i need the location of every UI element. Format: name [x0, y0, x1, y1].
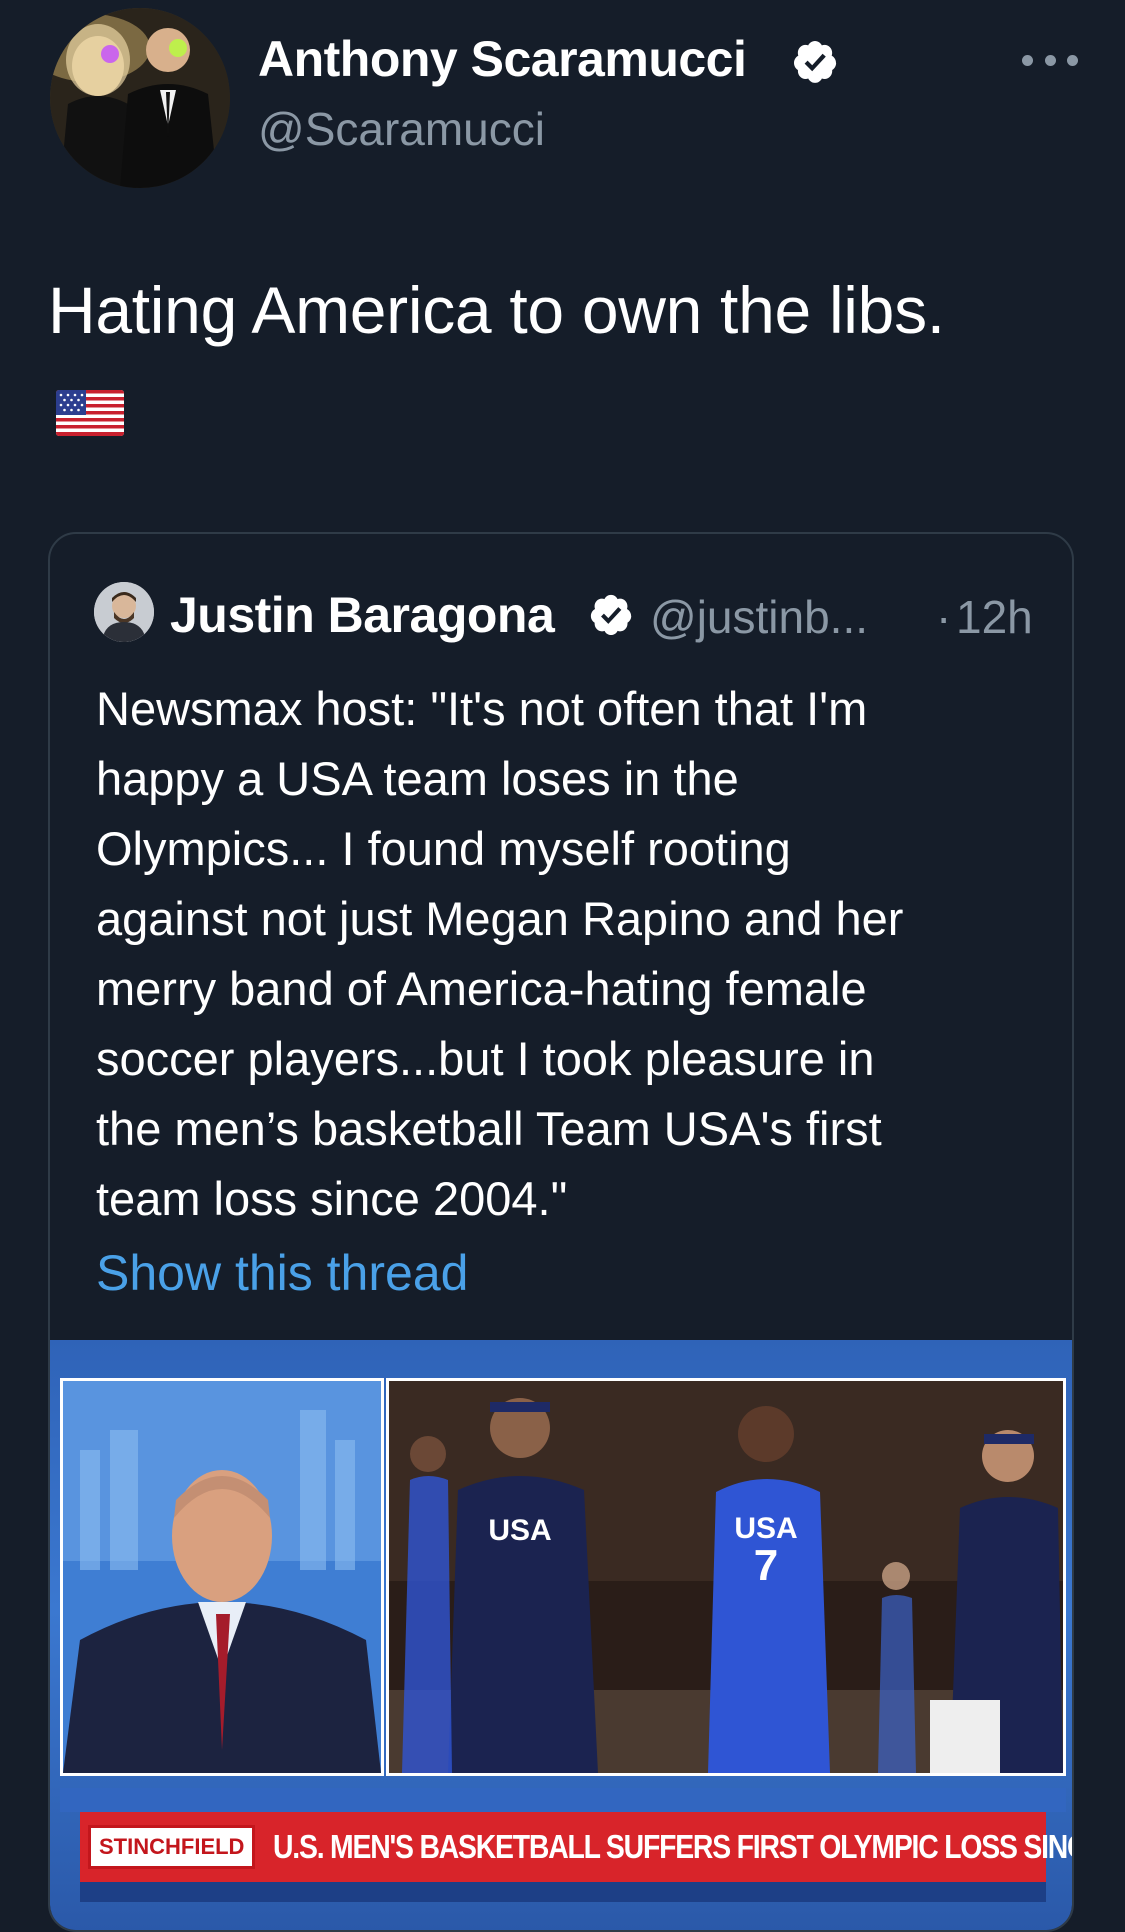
- quoted-text-line: soccer players...but I took pleasure in: [96, 1032, 875, 1085]
- quoted-text-line: Newsmax host: "It's not often that I'm: [96, 682, 868, 735]
- quoted-author-handle[interactable]: @justinb...: [650, 590, 868, 644]
- media-thumbnail[interactable]: USA USA 7 STINCHFIELD U.S. MEN'S BASKETB…: [50, 1340, 1072, 1930]
- chyron-headline: U.S. MEN'S BASKETBALL SUFFERS FIRST OLYM…: [273, 1828, 1072, 1865]
- ellipsis-icon: [1022, 54, 1033, 66]
- us-flag-emoji-icon: [56, 390, 124, 436]
- quoted-text-line: against not just Megan Rapino and her: [96, 892, 904, 945]
- jersey-number: 7: [754, 1541, 778, 1590]
- jersey-label: USA: [488, 1514, 551, 1547]
- verified-badge-icon: [794, 41, 837, 83]
- quoted-author-avatar[interactable]: [94, 582, 154, 642]
- ellipsis-dot: [1044, 54, 1056, 66]
- news-ticker: [80, 1882, 1046, 1902]
- tweet-text: Hating America to own the libs.: [48, 273, 945, 347]
- quoted-author-name[interactable]: Justin Baragona: [170, 586, 555, 644]
- quoted-tweet-text: Newsmax host: "It's not often that I'm h…: [96, 674, 1056, 1234]
- channel-tag: STINCHFIELD: [88, 1825, 256, 1869]
- quoted-text-line: Olympics... I found myself rooting: [96, 822, 791, 875]
- show-thread-link[interactable]: Show this thread: [96, 1244, 468, 1302]
- quoted-timestamp[interactable]: 12h: [956, 590, 1033, 644]
- verified-badge-icon: [590, 594, 632, 636]
- ellipsis-dot: [1067, 54, 1078, 66]
- quoted-text-line: merry band of America-hating female: [96, 962, 867, 1015]
- quoted-text-line: the men’s basketball Team USA's first: [96, 1102, 882, 1155]
- news-chyron: STINCHFIELD U.S. MEN'S BASKETBALL SUFFER…: [80, 1812, 1072, 1882]
- separator-dot: ·: [936, 591, 952, 643]
- quoted-text-line: happy a USA team loses in the: [96, 752, 739, 805]
- tweet-header: Anthony Scaramucci @Scaramucci: [0, 0, 1125, 190]
- quoted-text-line: team loss since 2004.": [96, 1172, 568, 1225]
- quoted-tweet-card[interactable]: Justin Baragona @justinb... · 12h Newsma…: [48, 532, 1074, 1932]
- author-handle[interactable]: @Scaramucci: [258, 102, 545, 156]
- author-avatar[interactable]: [50, 8, 230, 188]
- author-name[interactable]: Anthony Scaramucci: [258, 30, 747, 88]
- more-options-button[interactable]: [1022, 40, 1078, 80]
